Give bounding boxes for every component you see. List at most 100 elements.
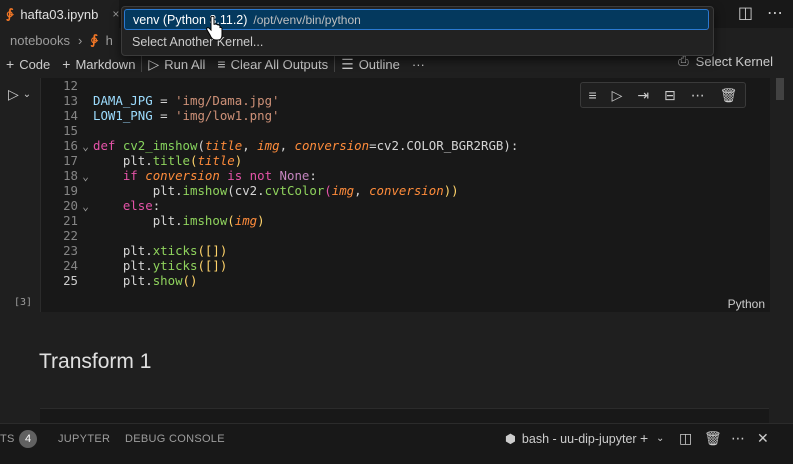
code-token: plt. bbox=[122, 243, 153, 258]
code-token: ( bbox=[197, 138, 205, 153]
code-token: conversion bbox=[294, 138, 370, 153]
panel-tab-jupyter[interactable]: JUPYTER bbox=[58, 433, 110, 445]
code-token: xticks bbox=[152, 243, 198, 258]
run-cell-icon[interactable]: ▷ bbox=[8, 86, 19, 103]
run-all-button[interactable]: ▷ Run All bbox=[142, 56, 211, 73]
new-terminal-icon[interactable]: + bbox=[640, 430, 648, 446]
split-cell-icon[interactable]: ⊟ bbox=[664, 87, 676, 104]
code-token: ( bbox=[227, 213, 235, 228]
code-token: cvtColor bbox=[264, 183, 325, 198]
code-token: ([]) bbox=[197, 258, 228, 273]
code-token: ( bbox=[324, 183, 332, 198]
code-token: imshow bbox=[182, 213, 228, 228]
run-above-icon[interactable]: ≡ bbox=[588, 87, 596, 103]
next-cell[interactable] bbox=[40, 408, 769, 423]
code-token: : bbox=[152, 198, 161, 213]
line-number: 16 bbox=[63, 138, 78, 153]
more-icon[interactable]: ⋯ bbox=[691, 87, 705, 104]
code-token: )) bbox=[443, 183, 459, 198]
select-another-kernel-option[interactable]: Select Another Kernel... bbox=[132, 35, 263, 49]
code-token: is not bbox=[219, 168, 280, 183]
code-line: 13 DAMA_JPG = 'img/Dama.jpg' bbox=[40, 93, 518, 108]
code-token: None bbox=[279, 168, 310, 183]
code-token: title bbox=[197, 153, 235, 168]
run-cell-icon[interactable]: ▷ bbox=[612, 87, 623, 104]
chevron-down-icon[interactable]: ⌄ bbox=[23, 89, 31, 100]
line-number: 13 bbox=[63, 93, 78, 108]
code-token: plt. bbox=[122, 273, 153, 288]
code-token: img bbox=[257, 138, 280, 153]
code-token: ): bbox=[503, 138, 519, 153]
outline-label: Outline bbox=[358, 56, 400, 72]
terminal-selector[interactable]: ⬢ bash - uu-dip-jupyter bbox=[505, 431, 637, 447]
code-editor[interactable]: 12 13 DAMA_JPG = 'img/Dama.jpg' 14 LOW1_PN… bbox=[40, 78, 518, 288]
trash-icon[interactable]: 🗑︎ bbox=[704, 430, 722, 447]
line-number: 21 bbox=[63, 213, 78, 228]
panel-tab-ports[interactable]: TS bbox=[0, 433, 15, 445]
panel-tab-debug-console[interactable]: DEBUG CONSOLE bbox=[125, 433, 225, 445]
terminal-icon: ⬢ bbox=[505, 432, 516, 446]
outline-icon: ☰ bbox=[341, 55, 354, 72]
add-markdown-button[interactable]: + Markdown bbox=[56, 56, 141, 72]
code-token: cv2_imshow bbox=[122, 138, 198, 153]
kernel-option-path: /opt/venv/bin/python bbox=[253, 12, 361, 27]
execution-count: [3] bbox=[14, 297, 33, 308]
editor-tab[interactable]: ∲ hafta03.ipynb × bbox=[0, 0, 120, 28]
add-code-label: Code bbox=[19, 56, 51, 72]
tab-title: hafta03.ipynb bbox=[20, 6, 99, 22]
code-token: plt. bbox=[122, 153, 153, 168]
code-token: , bbox=[279, 138, 295, 153]
code-token: ([]) bbox=[197, 243, 228, 258]
fold-chevron-icon[interactable]: ⌄ bbox=[78, 169, 93, 184]
toolbar-more-button[interactable]: ··· bbox=[406, 57, 431, 72]
code-token: DAMA_JPG bbox=[93, 93, 153, 108]
split-editor-icon[interactable]: ◫ bbox=[738, 3, 753, 23]
cell-language-picker[interactable]: Python bbox=[728, 297, 765, 311]
code-token: , bbox=[242, 138, 258, 153]
cell-run-control: ▷ ⌄ bbox=[8, 86, 31, 103]
line-number: 20 bbox=[63, 198, 78, 213]
line-number: 24 bbox=[63, 258, 78, 273]
fold-chevron-icon[interactable]: ⌄ bbox=[78, 139, 93, 154]
clear-all-outputs-button[interactable]: ≡ Clear All Outputs bbox=[211, 56, 334, 72]
code-token: : bbox=[309, 168, 317, 183]
code-token: conversion bbox=[369, 183, 444, 198]
code-token: show bbox=[152, 273, 183, 288]
close-panel-icon[interactable]: ✕ bbox=[757, 430, 769, 447]
code-line: 22 bbox=[40, 228, 518, 243]
breadcrumb-separator: › bbox=[78, 32, 83, 48]
code-token: = bbox=[369, 138, 377, 153]
panel-bar bbox=[0, 423, 793, 464]
code-token: def bbox=[93, 138, 116, 153]
jupyter-icon: ∲ bbox=[90, 32, 98, 47]
code-token: ) bbox=[257, 213, 265, 228]
fold-chevron-icon[interactable]: ⌄ bbox=[78, 199, 93, 214]
breadcrumb-file[interactable]: h bbox=[106, 33, 113, 48]
markdown-heading: Transform 1 bbox=[39, 350, 152, 373]
breadcrumb-folder[interactable]: notebooks bbox=[10, 33, 70, 48]
code-line: 15 bbox=[40, 123, 518, 138]
code-line: 17 plt.title(title) bbox=[40, 153, 518, 168]
close-tab-icon[interactable]: × bbox=[112, 7, 119, 21]
more-actions-icon[interactable]: ⋯ bbox=[767, 3, 783, 23]
mouse-cursor-icon bbox=[205, 16, 223, 41]
code-line: 24 plt.yticks([]) bbox=[40, 258, 518, 273]
more-icon[interactable]: ⋯ bbox=[731, 430, 745, 447]
code-line: 18 ⌄ if conversion is not None: bbox=[40, 168, 518, 183]
run-below-icon[interactable]: ⇥ bbox=[637, 87, 649, 104]
code-token: = bbox=[152, 108, 176, 123]
add-code-button[interactable]: + Code bbox=[0, 56, 56, 72]
split-terminal-icon[interactable]: ◫ bbox=[679, 430, 692, 447]
more-icon: ··· bbox=[411, 56, 425, 72]
code-token: (cv2. bbox=[227, 183, 265, 198]
outline-button[interactable]: ☰ Outline bbox=[335, 56, 406, 73]
line-number: 12 bbox=[63, 78, 78, 93]
trash-icon[interactable]: 🗑︎ bbox=[720, 87, 738, 104]
jupyter-icon: ∲ bbox=[6, 6, 14, 21]
chevron-down-icon[interactable]: ⌄ bbox=[656, 433, 664, 444]
code-line: 14 LOW1_PNG = 'img/low1.png' bbox=[40, 108, 518, 123]
run-all-label: Run All bbox=[164, 56, 206, 72]
editor-scrollbar[interactable] bbox=[776, 78, 784, 100]
notebook-toolbar: + Code + Markdown ▷ Run All ≡ Clear All Outp… bbox=[0, 53, 793, 75]
line-number: 19 bbox=[63, 183, 78, 198]
